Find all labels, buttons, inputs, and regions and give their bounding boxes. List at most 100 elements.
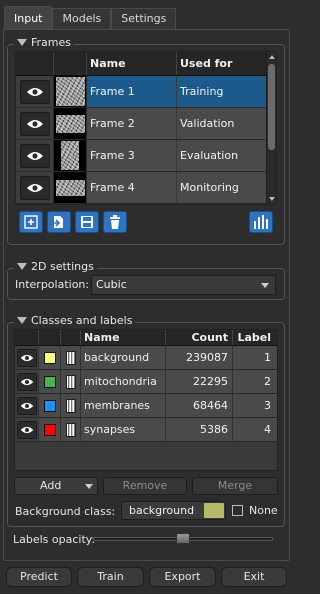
background-class-value: background (129, 504, 195, 517)
scroll-handle[interactable] (268, 64, 275, 150)
class-color-swatch[interactable] (43, 375, 56, 388)
add-frame-button[interactable] (19, 211, 43, 233)
header-class-name[interactable]: Name (81, 330, 166, 345)
delete-frame-icon (110, 215, 120, 229)
tab-bar: Input Models Settings (4, 6, 177, 30)
visibility-toggle[interactable] (19, 175, 50, 200)
header-name[interactable]: Name (87, 52, 177, 75)
colormap-icon[interactable] (65, 350, 76, 365)
save-frame-button[interactable] (75, 211, 99, 233)
class-row[interactable]: membranes 68464 3 (15, 394, 277, 418)
tab-input[interactable]: Input (4, 6, 53, 30)
none-checkbox[interactable] (232, 505, 243, 516)
predict-button[interactable]: Predict (6, 567, 72, 587)
exit-button[interactable]: Exit (221, 567, 287, 587)
interpolation-value: Cubic (96, 278, 127, 291)
class-color-swatch[interactable] (43, 423, 56, 436)
collapse-triangle-icon[interactable] (17, 263, 27, 270)
frame-row[interactable]: Frame 3 Evaluation (16, 140, 276, 172)
statistics-button[interactable] (249, 211, 273, 233)
header-label[interactable]: Label (233, 330, 277, 345)
eye-icon (20, 426, 33, 433)
import-frame-button[interactable] (47, 211, 71, 233)
collapse-triangle-icon[interactable] (17, 317, 27, 324)
frame-thumbnail (54, 76, 87, 107)
frames-group-title[interactable]: Frames (14, 36, 75, 49)
import-frame-icon (51, 216, 63, 228)
class-color-swatch[interactable] (43, 399, 56, 412)
class-label[interactable]: 2 (233, 370, 277, 393)
settings-2d-group-title[interactable]: 2D settings (14, 260, 97, 273)
class-row[interactable]: synapses 5386 4 (15, 418, 277, 442)
add-frame-icon (24, 215, 38, 229)
class-name[interactable]: mitochondria (81, 370, 166, 393)
frame-used-for[interactable]: Evaluation (177, 140, 276, 171)
frame-row[interactable]: Frame 4 Monitoring (16, 172, 276, 204)
labels-opacity-label: Labels opacity: (13, 533, 96, 546)
frame-row[interactable]: Frame 1 Training (16, 76, 276, 108)
header-visibility (16, 52, 54, 75)
eye-icon (26, 87, 43, 96)
add-class-button[interactable]: Add (14, 477, 98, 495)
collapse-triangle-icon[interactable] (17, 39, 27, 46)
visibility-toggle[interactable] (19, 143, 50, 168)
frame-thumbnail (54, 108, 87, 139)
classes-group-title[interactable]: Classes and labels (14, 314, 136, 327)
class-name[interactable]: membranes (81, 394, 166, 417)
background-class-color-swatch (204, 503, 224, 518)
header-visibility (15, 330, 39, 345)
merge-class-button[interactable]: Merge (192, 477, 278, 495)
chevron-down-icon (261, 283, 269, 288)
frame-name: Frame 2 (87, 108, 177, 139)
chevron-down-icon (85, 484, 93, 489)
eye-icon (20, 378, 33, 385)
class-label[interactable]: 4 (233, 418, 277, 441)
class-name[interactable]: background (81, 346, 166, 369)
eye-icon (26, 119, 43, 128)
colormap-icon[interactable] (65, 398, 76, 413)
scroll-down-icon[interactable] (269, 197, 275, 201)
scroll-up-icon[interactable] (269, 55, 275, 59)
colormap-icon[interactable] (65, 422, 76, 437)
remove-class-button[interactable]: Remove (103, 477, 187, 495)
visibility-toggle[interactable] (16, 420, 37, 439)
visibility-toggle[interactable] (16, 372, 37, 391)
frame-row[interactable]: Frame 2 Validation (16, 108, 276, 140)
class-row[interactable]: background 239087 1 (15, 346, 277, 370)
visibility-toggle[interactable] (19, 79, 50, 104)
class-name[interactable]: synapses (81, 418, 166, 441)
colormap-icon[interactable] (65, 374, 76, 389)
header-color (39, 330, 61, 345)
labels-opacity-handle[interactable] (176, 533, 190, 544)
tab-models[interactable]: Models (52, 8, 112, 30)
class-color-swatch[interactable] (43, 351, 56, 364)
visibility-toggle[interactable] (19, 111, 50, 136)
none-label: None (249, 504, 278, 517)
save-frame-icon (81, 216, 93, 228)
visibility-toggle[interactable] (16, 348, 37, 367)
class-count: 22295 (166, 370, 233, 393)
frame-thumbnail (54, 140, 87, 171)
class-label[interactable]: 3 (233, 394, 277, 417)
interpolation-label: Interpolation: (15, 278, 90, 291)
frame-used-for[interactable]: Validation (177, 108, 276, 139)
train-button[interactable]: Train (77, 567, 144, 587)
background-class-select[interactable]: background (121, 501, 226, 520)
interpolation-select[interactable]: Cubic (91, 275, 276, 295)
header-count[interactable]: Count (166, 330, 233, 345)
class-count: 68464 (166, 394, 233, 417)
frame-thumbnail (54, 172, 87, 203)
frame-used-for[interactable]: Monitoring (177, 172, 276, 203)
frame-used-for[interactable]: Training (177, 76, 276, 107)
export-button[interactable]: Export (149, 567, 216, 587)
visibility-toggle[interactable] (16, 396, 37, 415)
eye-icon (20, 402, 33, 409)
tab-settings[interactable]: Settings (111, 8, 177, 30)
settings-2d-title: 2D settings (31, 260, 94, 273)
eye-icon (26, 151, 43, 160)
class-label[interactable]: 1 (233, 346, 277, 369)
delete-frame-button[interactable] (103, 211, 127, 233)
header-used-for[interactable]: Used for (177, 52, 276, 75)
class-row[interactable]: mitochondria 22295 2 (15, 370, 277, 394)
frames-scrollbar[interactable] (266, 52, 276, 204)
